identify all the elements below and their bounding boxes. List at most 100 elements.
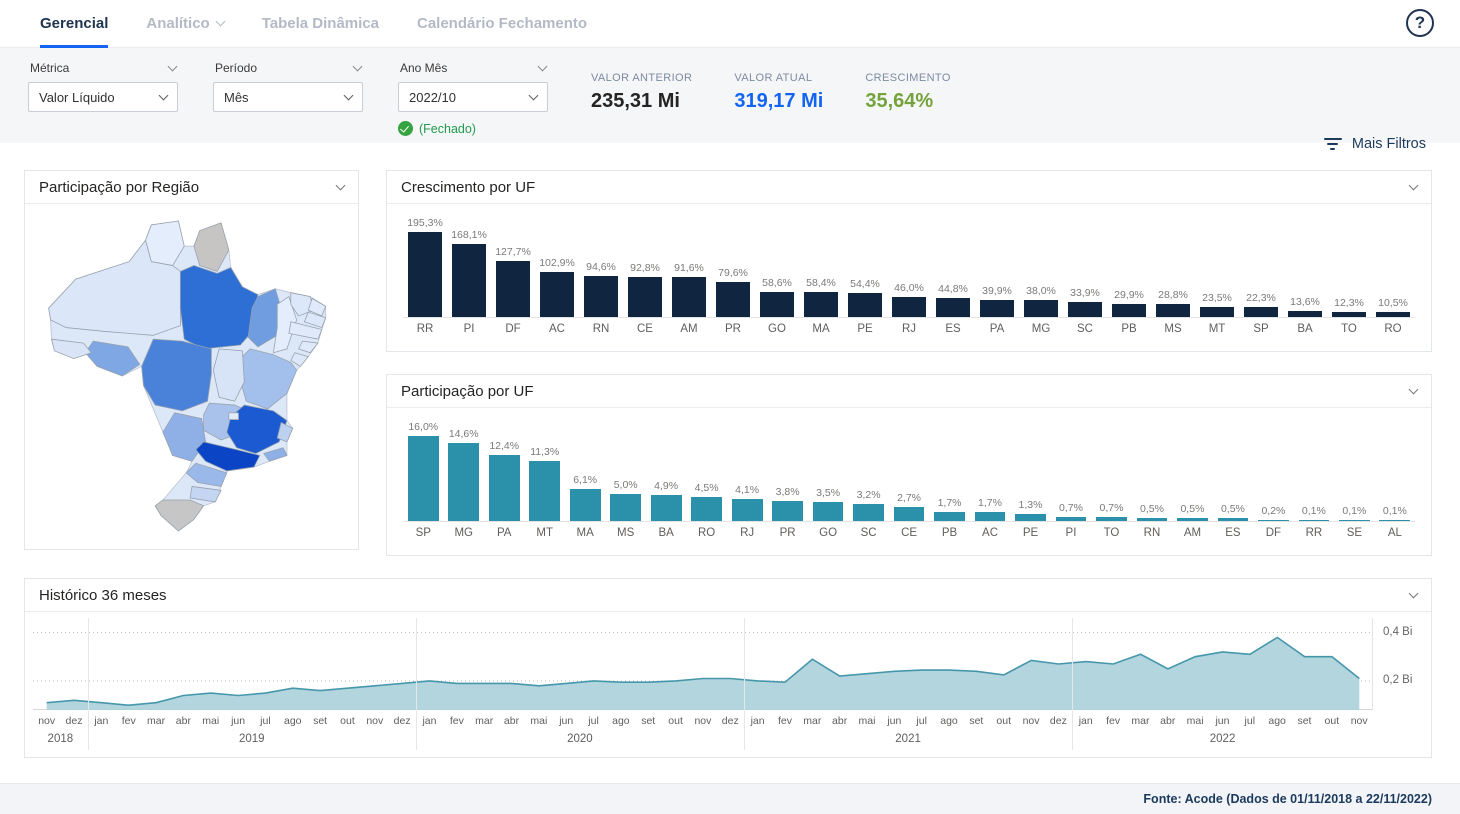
bar-RO[interactable]: 10,5% — [1371, 297, 1415, 317]
year-month-select[interactable]: 2022/10 — [398, 82, 548, 112]
bar-RO[interactable]: 4,5% — [686, 482, 726, 521]
bar-rect[interactable] — [894, 507, 925, 521]
bar-MG[interactable]: 38,0% — [1019, 285, 1063, 317]
bar-rect[interactable] — [975, 512, 1006, 521]
bar-AM[interactable]: 0,5% — [1172, 503, 1212, 521]
bar-MT[interactable]: 23,5% — [1195, 292, 1239, 317]
bar-rect[interactable] — [489, 455, 520, 521]
bar-rect[interactable] — [813, 502, 844, 521]
bar-rect[interactable] — [584, 276, 617, 317]
bar-RR[interactable]: 0,1% — [1294, 505, 1334, 522]
bar-RN[interactable]: 94,6% — [579, 261, 623, 317]
chevron-down-icon[interactable] — [353, 61, 363, 71]
bar-rect[interactable] — [853, 504, 884, 521]
bar-rect[interactable] — [1112, 304, 1145, 317]
bar-RR[interactable]: 195,3% — [403, 217, 447, 317]
bar-RN[interactable]: 0,5% — [1132, 503, 1172, 521]
bar-MS[interactable]: 28,8% — [1151, 289, 1195, 317]
bar-rect[interactable] — [610, 494, 641, 521]
bar-ES[interactable]: 0,5% — [1213, 503, 1253, 521]
map-state-MT[interactable] — [141, 339, 211, 411]
bar-rect[interactable] — [1258, 520, 1289, 522]
bar-PA[interactable]: 39,9% — [975, 285, 1019, 317]
bar-rect[interactable] — [570, 489, 601, 521]
bar-SP[interactable]: 16,0% — [403, 421, 443, 521]
bar-CE[interactable]: 2,7% — [889, 492, 929, 521]
bar-GO[interactable]: 3,5% — [808, 487, 848, 521]
bar-rect[interactable] — [980, 300, 1013, 317]
bar-rect[interactable] — [452, 244, 485, 317]
bar-rect[interactable] — [408, 232, 441, 317]
bar-PE[interactable]: 1,3% — [1010, 499, 1050, 521]
bar-SC[interactable]: 33,9% — [1063, 287, 1107, 317]
bar-rect[interactable] — [1288, 311, 1321, 317]
bar-PR[interactable]: 3,8% — [767, 486, 807, 521]
bar-CE[interactable]: 92,8% — [623, 262, 667, 317]
history-area-chart[interactable]: 0,2 Bi0,4 Binovdezjanfevmarabrmaijunjula… — [25, 612, 1431, 758]
bar-rect[interactable] — [448, 443, 479, 521]
bar-rect[interactable] — [1379, 520, 1410, 522]
bar-rect[interactable] — [1068, 302, 1101, 317]
bar-rect[interactable] — [892, 297, 925, 317]
help-icon[interactable]: ? — [1406, 9, 1434, 37]
collapse-chevron-icon[interactable] — [1409, 384, 1419, 394]
bar-rect[interactable] — [1015, 514, 1046, 521]
tab-calendario-fechamento[interactable]: Calendário Fechamento — [417, 0, 587, 48]
bar-rect[interactable] — [496, 261, 529, 317]
bar-rect[interactable] — [732, 499, 763, 521]
collapse-chevron-icon[interactable] — [336, 180, 346, 190]
tab-gerencial[interactable]: Gerencial — [40, 0, 108, 48]
map-state-PA[interactable] — [180, 266, 258, 349]
collapse-chevron-icon[interactable] — [1409, 180, 1419, 190]
bar-PB[interactable]: 1,7% — [929, 497, 969, 521]
bar-rect[interactable] — [1156, 304, 1189, 317]
map-state-RS[interactable] — [155, 500, 203, 531]
bar-rect[interactable] — [804, 292, 837, 317]
bar-rect[interactable] — [1244, 307, 1277, 317]
bar-PI[interactable]: 0,7% — [1051, 502, 1091, 521]
bar-PB[interactable]: 29,9% — [1107, 289, 1151, 317]
bar-PR[interactable]: 79,6% — [711, 267, 755, 317]
bar-rect[interactable] — [716, 282, 749, 317]
bar-SE[interactable]: 0,1% — [1334, 505, 1374, 522]
bar-rect[interactable] — [408, 436, 439, 521]
bar-rect[interactable] — [936, 298, 969, 317]
bar-BA[interactable]: 13,6% — [1283, 296, 1327, 317]
bar-rect[interactable] — [1218, 518, 1249, 521]
bar-RJ[interactable]: 4,1% — [727, 484, 767, 521]
chevron-down-icon[interactable] — [168, 61, 178, 71]
bar-ES[interactable]: 44,8% — [931, 283, 975, 317]
bar-DF[interactable]: 0,2% — [1253, 505, 1293, 522]
bar-PA[interactable]: 12,4% — [484, 440, 524, 521]
bar-SC[interactable]: 3,2% — [848, 489, 888, 521]
bar-rect[interactable] — [1137, 518, 1168, 521]
bar-MG[interactable]: 14,6% — [443, 428, 483, 521]
bar-rect[interactable] — [1177, 518, 1208, 521]
period-select[interactable]: Mês — [213, 82, 363, 112]
bar-rect[interactable] — [1376, 312, 1409, 317]
bar-AC[interactable]: 102,9% — [535, 257, 579, 317]
bar-rect[interactable] — [691, 497, 722, 521]
metric-select[interactable]: Valor Líquido — [28, 82, 178, 112]
tab-analitico[interactable]: Analítico — [146, 0, 223, 48]
more-filters-button[interactable]: Mais Filtros — [1324, 136, 1426, 152]
bar-BA[interactable]: 4,9% — [646, 480, 686, 521]
bar-rect[interactable] — [760, 292, 793, 318]
bar-TO[interactable]: 0,7% — [1091, 502, 1131, 521]
bar-MA[interactable]: 6,1% — [565, 474, 605, 521]
bar-rect[interactable] — [1056, 517, 1087, 521]
bar-rect[interactable] — [1096, 517, 1127, 521]
bar-rect[interactable] — [848, 293, 881, 317]
bar-rect[interactable] — [672, 277, 705, 317]
bar-rect[interactable] — [1339, 520, 1370, 522]
bar-AC[interactable]: 1,7% — [970, 497, 1010, 521]
bar-MA[interactable]: 58,4% — [799, 277, 843, 317]
bar-rect[interactable] — [529, 461, 560, 521]
bar-rect[interactable] — [628, 277, 661, 317]
bar-rect[interactable] — [1299, 520, 1330, 522]
bar-PI[interactable]: 168,1% — [447, 229, 491, 317]
map-state-DF[interactable] — [228, 413, 238, 420]
bar-rect[interactable] — [1332, 312, 1365, 317]
bar-AL[interactable]: 0,1% — [1375, 505, 1415, 522]
bar-PE[interactable]: 54,4% — [843, 278, 887, 317]
